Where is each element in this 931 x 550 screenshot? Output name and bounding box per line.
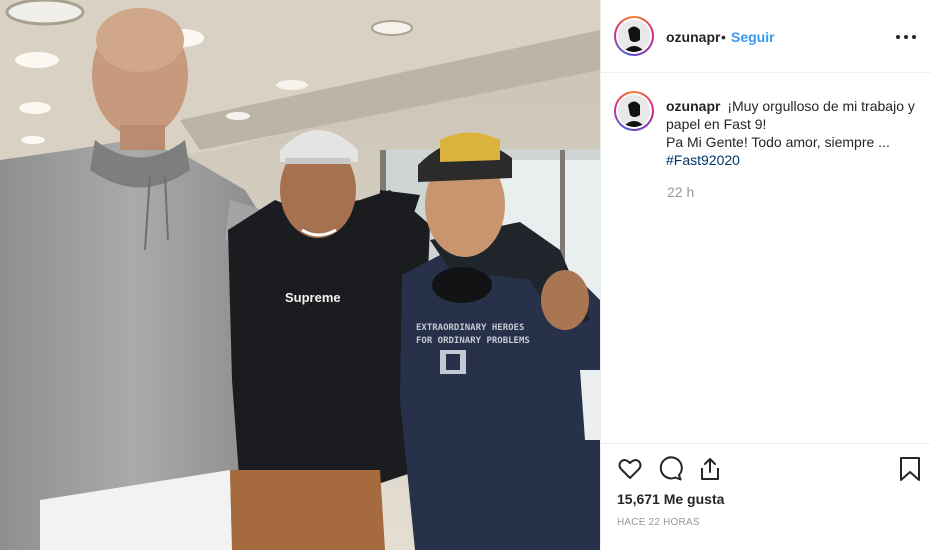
hashtag-link[interactable]: #Fast92020 <box>666 152 740 168</box>
profile-silhouette-icon <box>618 20 650 52</box>
author-avatar[interactable] <box>614 16 654 56</box>
post-actions: 15,671 Me gusta HACE 22 HORAS <box>601 443 931 550</box>
tee-text-line-1: EXTRAORDINARY HEROES <box>416 323 524 333</box>
more-dot-icon <box>912 35 916 39</box>
bookmark-icon[interactable] <box>897 456 923 482</box>
post-photo[interactable]: Supreme EXTRAORDINARY HEROES FOR ORDINAR… <box>0 0 600 550</box>
share-icon[interactable] <box>697 456 723 482</box>
separator-dot: • <box>721 29 726 45</box>
post-side-panel: ozunapr • Seguir ozunapr ¡Muy orgulloso … <box>600 0 931 550</box>
caption-author-avatar[interactable] <box>614 91 654 131</box>
author-username-link[interactable]: ozunapr <box>666 29 720 45</box>
tee-text-line-2: FOR ORDINARY PROBLEMS <box>416 336 530 346</box>
instagram-post: Supreme EXTRAORDINARY HEROES FOR ORDINAR… <box>0 0 931 550</box>
caption-text: ozunapr ¡Muy orgulloso de mi trabajo y p… <box>666 97 916 169</box>
more-options-button[interactable] <box>893 26 923 46</box>
profile-silhouette-icon <box>618 95 650 127</box>
likes-count[interactable]: 15,671 Me gusta <box>617 491 724 507</box>
hoodie-text: Supreme <box>285 290 341 305</box>
more-dot-icon <box>904 35 908 39</box>
post-photo-illustration: Supreme EXTRAORDINARY HEROES FOR ORDINAR… <box>0 0 600 550</box>
post-header: ozunapr • Seguir <box>601 0 931 73</box>
comment-icon[interactable] <box>657 456 683 482</box>
post-timestamp[interactable]: HACE 22 HORAS <box>617 517 700 528</box>
caption-username-link[interactable]: ozunapr <box>666 98 720 114</box>
caption-relative-time[interactable]: 22 h <box>667 184 694 200</box>
heart-icon[interactable] <box>617 456 643 482</box>
caption-line-2: Pa Mi Gente! Todo amor, siempre ... <box>666 134 890 150</box>
post-caption: ozunapr ¡Muy orgulloso de mi trabajo y p… <box>601 73 931 443</box>
follow-button[interactable]: Seguir <box>731 29 775 45</box>
more-dot-icon <box>896 35 900 39</box>
